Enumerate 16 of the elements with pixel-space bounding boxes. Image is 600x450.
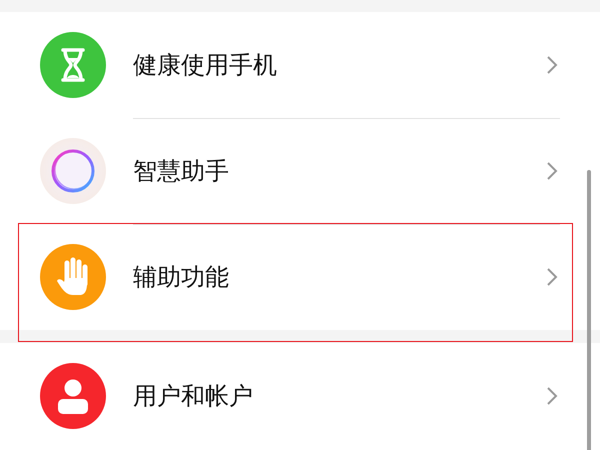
settings-item[interactable]: 辅助功能 (0, 224, 600, 330)
item-label: 辅助功能 (133, 262, 230, 293)
item-label: 用户和帐户 (133, 381, 254, 412)
ring-icon (40, 138, 106, 204)
settings-item[interactable]: 用户和帐户 (0, 343, 600, 449)
item-label: 健康使用手机 (133, 50, 278, 81)
chevron-icon (546, 55, 558, 75)
chevron-icon (546, 386, 558, 406)
settings-item[interactable]: 健康使用手机 (0, 12, 600, 118)
item-label: 智慧助手 (133, 156, 230, 187)
settings-item[interactable]: 智慧助手 (0, 118, 600, 224)
hand-icon (40, 244, 106, 310)
person-icon (40, 363, 106, 429)
hourglass-icon (40, 32, 106, 98)
chevron-icon (546, 161, 558, 181)
chevron-icon (546, 267, 558, 287)
